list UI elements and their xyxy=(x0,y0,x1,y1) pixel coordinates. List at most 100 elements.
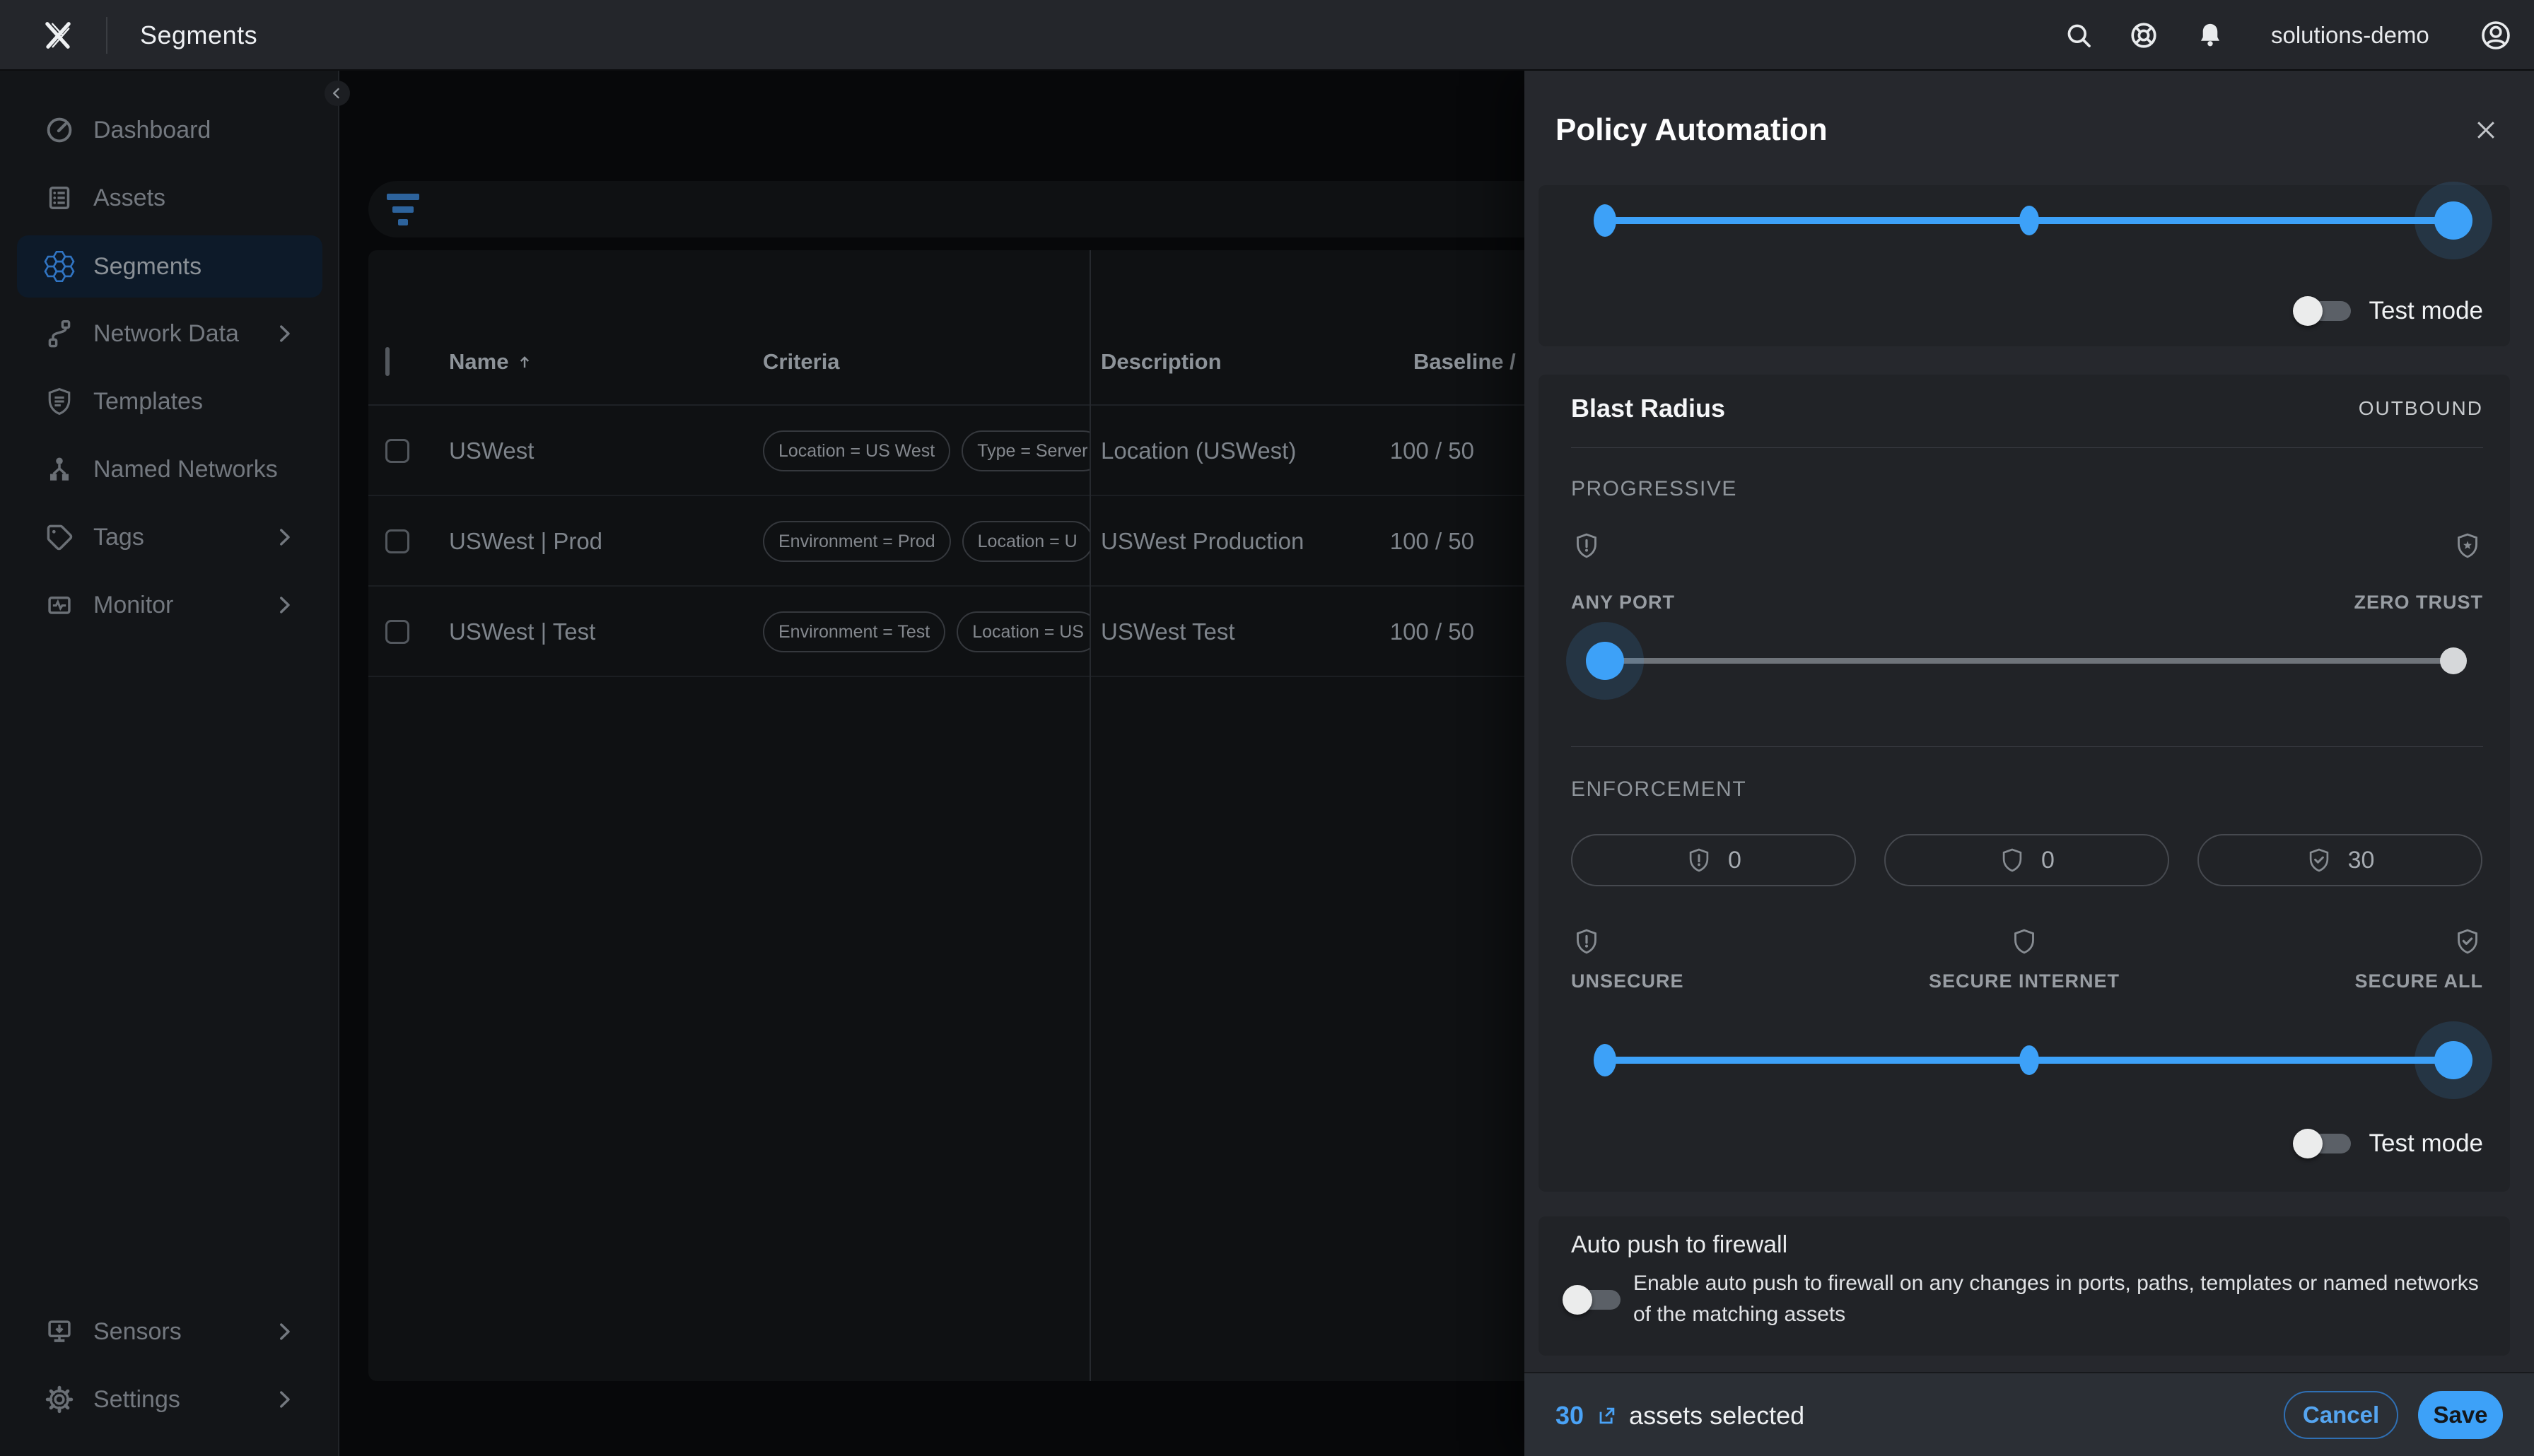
app-root: Segments solutions-demo Dashboard Assets… xyxy=(0,0,2534,1456)
segment-name: USWest | Prod xyxy=(449,496,602,587)
external-link-icon[interactable] xyxy=(1595,1404,1618,1427)
table-row[interactable]: USWest | Test Environment = Test Location… xyxy=(368,587,1524,677)
chevron-right-icon xyxy=(272,1387,297,1412)
column-header-name[interactable]: Name xyxy=(449,349,535,375)
test-mode-toggle[interactable] xyxy=(2293,295,2354,327)
enforcement-secure-all-button[interactable]: 30 xyxy=(2197,834,2482,886)
test-mode-toggle[interactable] xyxy=(2293,1128,2354,1159)
segment-description: USWest Production xyxy=(1101,496,1304,587)
progressive-slider[interactable] xyxy=(1605,641,2453,681)
direction-label: OUTBOUND xyxy=(2359,397,2483,420)
segment-description: USWest Test xyxy=(1101,587,1235,677)
any-port-label: ANY PORT xyxy=(1571,587,1675,618)
settings-icon xyxy=(44,1384,75,1415)
segment-baseline: 100 / 50 xyxy=(1337,587,1474,677)
blast-radius-card: Blast Radius OUTBOUND PROGRESSIVE ANY PO… xyxy=(1538,375,2510,1192)
sidebar-item-settings[interactable]: Settings xyxy=(17,1368,322,1431)
enforcement-slider[interactable] xyxy=(1605,1040,2453,1080)
named-networks-icon xyxy=(44,454,75,485)
select-all-checkbox[interactable] xyxy=(385,349,390,375)
sidebar-item-tags[interactable]: Tags xyxy=(17,506,322,568)
filter-icon[interactable] xyxy=(387,194,419,225)
sidebar-item-named-networks[interactable]: Named Networks xyxy=(17,438,322,500)
unsecure-label: UNSECURE xyxy=(1571,965,1684,997)
notifications-icon[interactable] xyxy=(2195,20,2226,51)
segment-name: USWest | Test xyxy=(449,587,595,677)
row-checkbox[interactable] xyxy=(385,587,409,677)
monitor-icon xyxy=(44,589,75,621)
templates-icon xyxy=(44,386,75,417)
chevron-right-icon xyxy=(272,524,297,550)
criteria-chip: Type = Server xyxy=(962,430,1090,471)
close-icon[interactable] xyxy=(2472,116,2500,144)
chevron-right-icon xyxy=(272,321,297,346)
sidebar-item-assets[interactable]: Assets xyxy=(17,167,322,229)
column-divider xyxy=(1090,250,1091,1381)
sidebar-item-label: Assets xyxy=(93,184,165,212)
table-row[interactable]: USWest Location = US WestType = Server L… xyxy=(368,406,1524,496)
topbar-divider xyxy=(106,17,107,54)
sidebar-item-segments[interactable]: Segments xyxy=(17,235,322,298)
tags-icon xyxy=(44,522,75,553)
auto-push-toggle[interactable] xyxy=(1563,1284,1623,1315)
chevron-right-icon xyxy=(272,592,297,618)
sidebar-item-label: Named Networks xyxy=(93,456,278,483)
blast-radius-title: Blast Radius xyxy=(1571,394,1725,423)
panel-footer: 30 assets selected Cancel Save xyxy=(1524,1372,2534,1456)
sidebar-item-templates[interactable]: Templates xyxy=(17,370,322,433)
search-icon[interactable] xyxy=(2063,20,2094,51)
sidebar-item-network-data[interactable]: Network Data xyxy=(17,303,322,365)
account-name[interactable]: solutions-demo xyxy=(2271,0,2429,71)
enforcement-unsecure-button[interactable]: 0 xyxy=(1571,834,1856,886)
auto-push-description: Enable auto push to firewall on any chan… xyxy=(1633,1268,2482,1330)
test-mode-row: Test mode xyxy=(2293,295,2483,327)
slider-thumb[interactable] xyxy=(2434,201,2472,240)
sidebar-collapse-button[interactable] xyxy=(325,81,350,106)
account-icon[interactable] xyxy=(2479,18,2513,52)
main-content: Name Criteria Description Baseline / USW… xyxy=(339,71,1524,1456)
topbar: Segments solutions-demo xyxy=(0,0,2534,71)
criteria-chip: Location = US xyxy=(957,611,1090,652)
shield-star-icon xyxy=(2453,532,2482,560)
table-filter-toolbar xyxy=(368,181,1524,237)
criteria-chip: Location = US West xyxy=(763,430,950,471)
assets-selected-count[interactable]: 30 xyxy=(1555,1401,1584,1431)
table-row[interactable]: USWest | Prod Environment = ProdLocation… xyxy=(368,496,1524,587)
slider-thumb[interactable] xyxy=(2434,1041,2472,1079)
criteria-chip: Environment = Test xyxy=(763,611,945,652)
brand-logo-icon[interactable] xyxy=(40,17,76,54)
divider xyxy=(1571,447,2483,448)
chevron-right-icon xyxy=(272,1319,297,1344)
sidebar-item-dashboard[interactable]: Dashboard xyxy=(17,99,322,161)
column-header-baseline[interactable]: Baseline / xyxy=(1413,349,1524,375)
column-header-criteria[interactable]: Criteria xyxy=(763,349,840,375)
auto-push-card: Auto push to firewall Enable auto push t… xyxy=(1538,1216,2510,1356)
save-button[interactable]: Save xyxy=(2418,1391,2503,1439)
segments-icon xyxy=(44,251,75,282)
sidebar-item-label: Sensors xyxy=(93,1318,182,1346)
criteria-chip: Location = U xyxy=(962,521,1090,562)
sort-asc-icon xyxy=(514,351,535,372)
row-checkbox[interactable] xyxy=(385,496,409,587)
sidebar-item-label: Monitor xyxy=(93,592,173,619)
help-icon[interactable] xyxy=(2128,20,2159,51)
column-header-description[interactable]: Description xyxy=(1101,349,1222,375)
sidebar-item-monitor[interactable]: Monitor xyxy=(17,574,322,636)
page-title: Segments xyxy=(140,0,257,71)
policy-automation-panel: Policy Automation Test mode Blast Radius… xyxy=(1524,71,2534,1456)
progressive-label: PROGRESSIVE xyxy=(1571,474,1737,505)
cancel-button[interactable]: Cancel xyxy=(2284,1391,2398,1439)
shield-alert-icon xyxy=(1572,532,1601,560)
sidebar-item-label: Settings xyxy=(93,1386,180,1414)
assets-icon xyxy=(44,182,75,213)
sidebar-item-label: Network Data xyxy=(93,320,239,348)
slider-thumb[interactable] xyxy=(1586,642,1624,680)
row-checkbox[interactable] xyxy=(385,406,409,496)
enforcement-count: 0 xyxy=(2041,847,2055,874)
enforcement-secure-internet-button[interactable]: 0 xyxy=(1884,834,2169,886)
dashboard-icon xyxy=(44,115,75,146)
attack-surface-slider[interactable] xyxy=(1605,201,2453,240)
auto-push-title: Auto push to firewall xyxy=(1571,1229,1787,1260)
sidebar-item-sensors[interactable]: Sensors xyxy=(17,1301,322,1363)
network-data-icon xyxy=(44,318,75,349)
